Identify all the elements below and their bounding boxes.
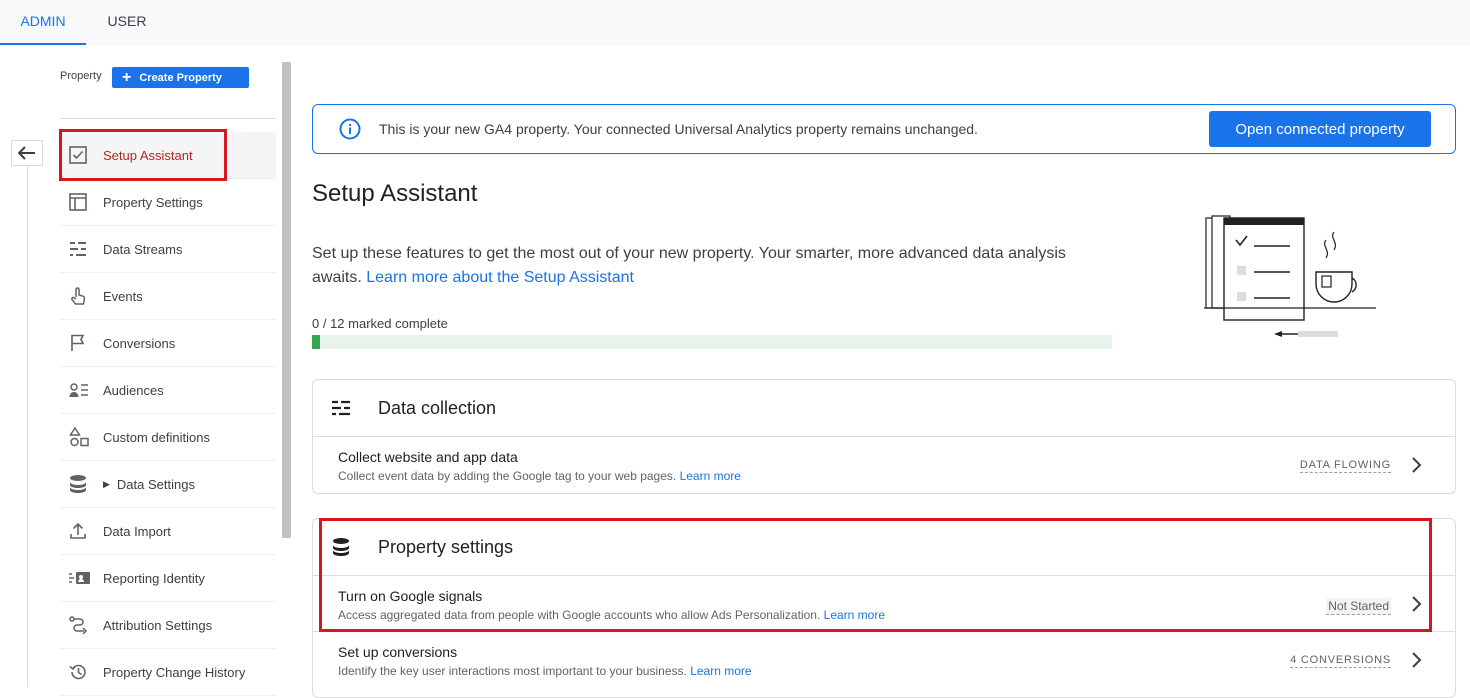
- sidebar-item-label: Custom definitions: [103, 429, 210, 445]
- layout-icon: [60, 193, 103, 211]
- sidebar-item-label: Property Settings: [103, 194, 203, 210]
- audience-icon: [60, 382, 103, 398]
- sidebar-item-property-settings[interactable]: Property Settings: [60, 179, 276, 226]
- progress-label: 0 / 12 marked complete: [312, 316, 448, 331]
- progress-bar: [312, 335, 1112, 349]
- sidebar-item-events[interactable]: Events: [60, 273, 276, 320]
- info-banner: This is your new GA4 property. Your conn…: [312, 104, 1456, 154]
- identity-icon: [60, 571, 103, 585]
- sidebar-item-audiences[interactable]: Audiences: [60, 367, 276, 414]
- sidebar-item-conversions[interactable]: Conversions: [60, 320, 276, 367]
- plus-icon: +: [122, 68, 132, 86]
- page-title: Setup Assistant: [312, 180, 478, 207]
- row-description: Identify the key user interactions most …: [338, 664, 1455, 678]
- sidebar-item-label: Data Settings: [116, 476, 195, 492]
- set-up-conversions-row[interactable]: Set up conversions Identify the key user…: [313, 632, 1455, 688]
- sidebar-nav: Setup Assistant Property Settings Data S…: [60, 132, 276, 696]
- status-badge: DATA FLOWING: [1299, 459, 1391, 473]
- learn-more-link[interactable]: Learn more: [690, 664, 751, 678]
- data-collection-title: Data collection: [378, 397, 497, 418]
- sidebar-item-label: Reporting Identity: [103, 570, 205, 586]
- tab-user[interactable]: USER: [90, 0, 164, 45]
- sidebar-item-label: Property Change History: [103, 664, 246, 680]
- streams-icon: [313, 399, 378, 417]
- top-tab-bar: ADMIN USER: [0, 0, 1470, 45]
- create-property-button[interactable]: + Create Property: [112, 67, 249, 88]
- data-collection-card: Data collection Collect website and app …: [312, 379, 1456, 494]
- sidebar-scrollbar[interactable]: [282, 62, 291, 538]
- learn-more-setup-assistant-link[interactable]: Learn more about the Setup Assistant: [366, 269, 634, 286]
- collect-website-app-data-row[interactable]: Collect website and app data Collect eve…: [313, 437, 1455, 493]
- create-property-label: Create Property: [139, 71, 222, 84]
- upload-icon: [60, 522, 103, 540]
- sidebar-item-data-import[interactable]: Data Import: [60, 508, 276, 555]
- status-badge: 4 CONVERSIONS: [1290, 654, 1391, 668]
- back-button[interactable]: [11, 140, 43, 166]
- info-icon: [339, 118, 361, 140]
- row-title: Collect website and app data: [338, 449, 518, 465]
- sidebar-item-label: Audiences: [103, 382, 164, 398]
- sidebar-item-data-streams[interactable]: Data Streams: [60, 226, 276, 273]
- open-connected-property-button[interactable]: Open connected property: [1209, 111, 1431, 147]
- highlight-box-property-settings: [319, 518, 1432, 632]
- attribution-icon: [60, 616, 103, 634]
- sidebar-item-label: Conversions: [103, 335, 176, 351]
- tree-line: [27, 166, 28, 687]
- streams-icon: [60, 240, 103, 258]
- tab-admin[interactable]: ADMIN: [0, 0, 86, 45]
- banner-message: This is your new GA4 property. Your conn…: [379, 121, 978, 137]
- progress-fill: [312, 335, 320, 349]
- sidebar-item-attribution-settings[interactable]: Attribution Settings: [60, 602, 276, 649]
- data-collection-header: Data collection: [313, 380, 1455, 437]
- history-icon: [60, 663, 103, 681]
- learn-more-link[interactable]: Learn more: [680, 469, 741, 483]
- sidebar-item-label: Data Streams: [103, 241, 183, 257]
- arrow-left-icon: [18, 146, 35, 160]
- sidebar-item-label: Data Import: [103, 523, 171, 539]
- caret-right-icon[interactable]: ▶: [103, 479, 110, 490]
- row-description: Collect event data by adding the Google …: [338, 469, 1455, 483]
- sidebar-item-property-change-history[interactable]: Property Change History: [60, 649, 276, 696]
- row-title: Set up conversions: [338, 644, 458, 660]
- database-icon: [60, 474, 103, 494]
- sidebar-item-label: Events: [103, 288, 143, 304]
- row-desc-text: Identify the key user interactions most …: [338, 664, 687, 678]
- highlight-box-setup-assistant: [59, 129, 227, 181]
- flag-icon: [60, 334, 103, 352]
- property-label: Property: [60, 70, 102, 82]
- touch-icon: [60, 286, 103, 306]
- sidebar-item-label: Attribution Settings: [103, 617, 213, 633]
- shapes-icon: [60, 427, 103, 447]
- chevron-right-icon[interactable]: [1411, 456, 1423, 474]
- chevron-right-icon[interactable]: [1411, 651, 1423, 669]
- sidebar-item-reporting-identity[interactable]: Reporting Identity: [60, 555, 276, 602]
- row-desc-text: Collect event data by adding the Google …: [338, 469, 677, 483]
- checklist-coffee-illustration: [1204, 215, 1376, 337]
- sidebar-divider: [60, 118, 276, 119]
- sidebar-item-data-settings[interactable]: ▶ Data Settings: [60, 461, 276, 508]
- intro-text: Set up these features to get the most ou…: [312, 242, 1072, 290]
- sidebar-item-custom-definitions[interactable]: Custom definitions: [60, 414, 276, 461]
